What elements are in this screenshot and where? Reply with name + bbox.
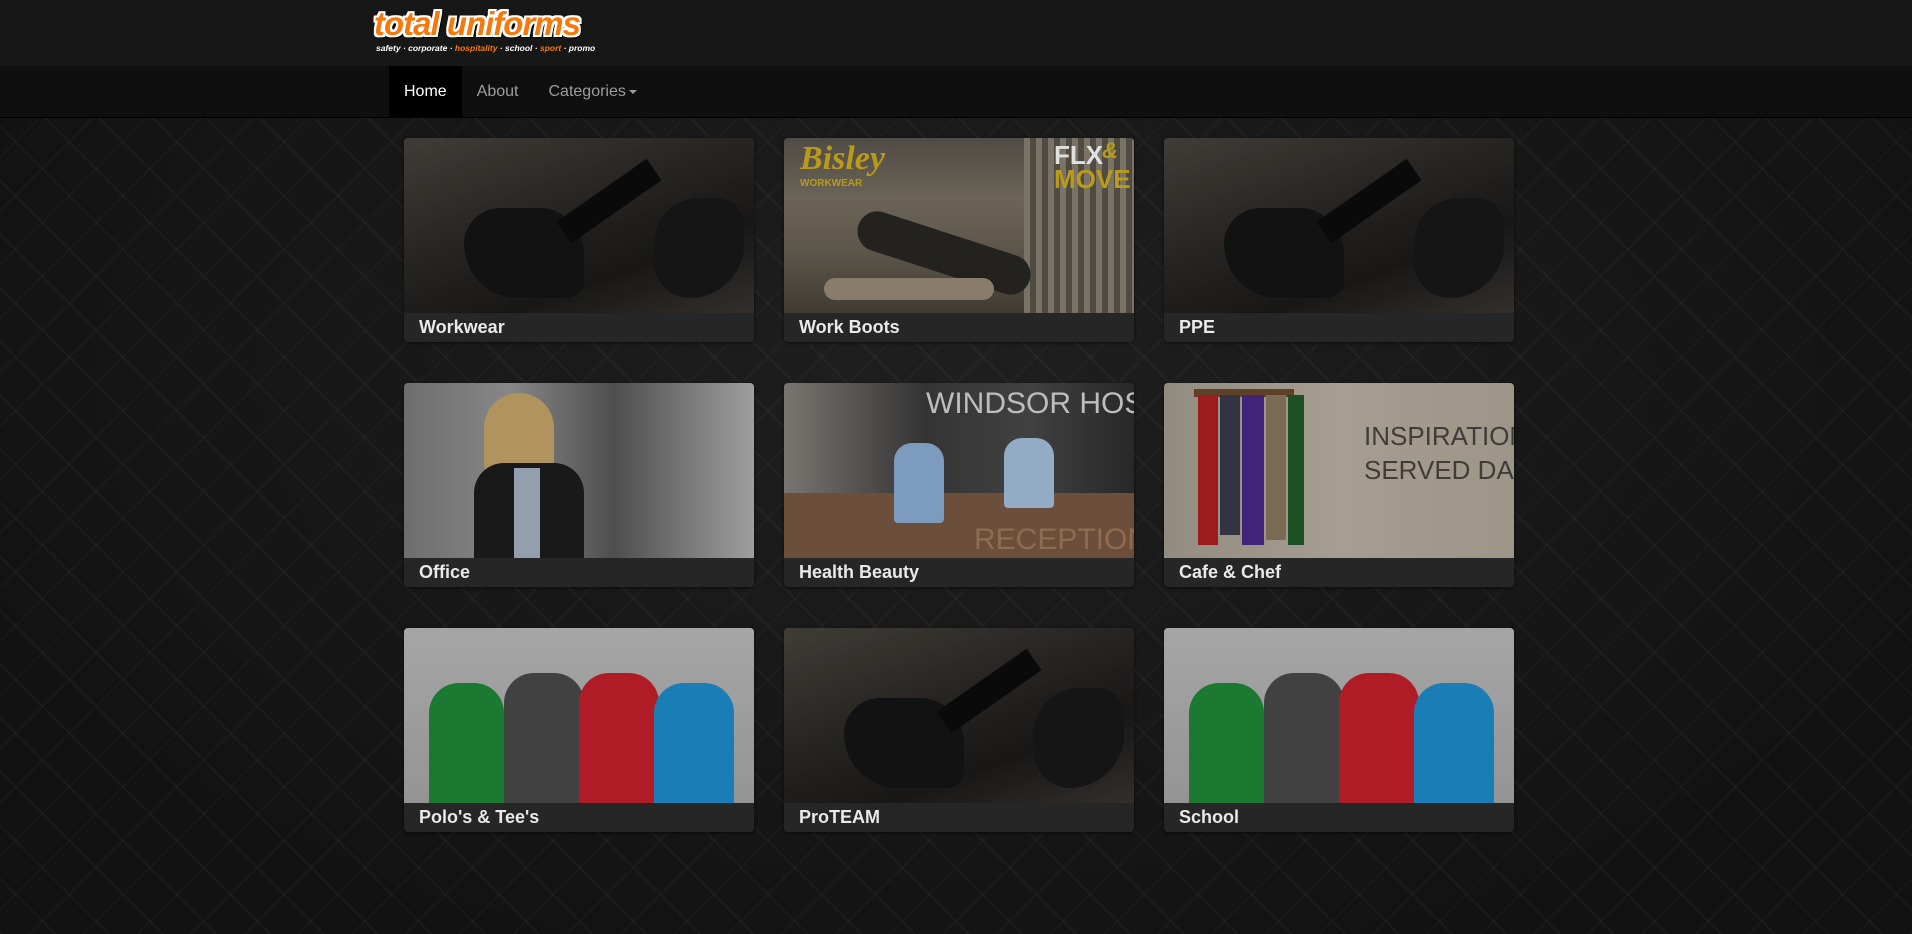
- category-label: Office: [404, 558, 754, 587]
- nav-home-link[interactable]: Home: [389, 66, 462, 118]
- proteam-image: [784, 628, 1134, 803]
- category-card-cafe-chef[interactable]: INSPIRATION SERVED DAILY Cafe & Chef: [1164, 383, 1514, 587]
- work-boots-image: Bisley WORKWEAR FLX & MOVE: [784, 138, 1134, 313]
- bisley-logo-text: Bisley: [800, 140, 885, 177]
- nav-menu: Home About Categories: [389, 66, 652, 118]
- move-text: MOVE: [1054, 164, 1131, 194]
- nav-about-link[interactable]: About: [462, 66, 534, 118]
- ppe-image: [1164, 138, 1514, 313]
- logo-text: total uniforms: [374, 5, 581, 42]
- category-card-proteam[interactable]: ProTEAM: [784, 628, 1134, 832]
- total-uniforms-logo[interactable]: total uniforms safety · corporate · hosp…: [374, 5, 596, 60]
- office-image: [404, 383, 754, 558]
- flx-text: FLX: [1054, 140, 1104, 170]
- category-card-work-boots[interactable]: Bisley WORKWEAR FLX & MOVE Work Boots: [784, 138, 1134, 342]
- category-label: Work Boots: [784, 313, 1134, 342]
- category-card-school[interactable]: School: [1164, 628, 1514, 832]
- health-beauty-image: WINDSOR HOSPITAL RECEPTION: [784, 383, 1134, 558]
- caret-down-icon: [628, 90, 637, 94]
- category-card-ppe[interactable]: PPE: [1164, 138, 1514, 342]
- school-image: [1164, 628, 1514, 803]
- category-label: ProTEAM: [784, 803, 1134, 832]
- top-navbar: Home About Categories: [0, 66, 1912, 118]
- header-banner: total uniforms safety · corporate · hosp…: [0, 0, 1912, 66]
- category-label: PPE: [1164, 313, 1514, 342]
- nav-categories-dropdown[interactable]: Categories: [534, 66, 652, 118]
- category-card-polos-tees[interactable]: Polo's & Tee's: [404, 628, 754, 832]
- ampersand-text: &: [1102, 138, 1118, 163]
- reception-sign: RECEPTION: [974, 523, 1134, 556]
- category-label: School: [1164, 803, 1514, 832]
- cafe-chef-image: INSPIRATION SERVED DAILY: [1164, 383, 1514, 558]
- inspiration-text: INSPIRATION: [1364, 421, 1514, 451]
- logo-tagline: safety · corporate · hospitality · schoo…: [376, 43, 596, 53]
- windsor-hospital-sign: WINDSOR HOSPITAL: [926, 387, 1134, 420]
- workwear-image: [404, 138, 754, 313]
- category-card-office[interactable]: Office: [404, 383, 754, 587]
- category-label: Workwear: [404, 313, 754, 342]
- category-label: Health Beauty: [784, 558, 1134, 587]
- category-card-health-beauty[interactable]: WINDSOR HOSPITAL RECEPTION Health Beauty: [784, 383, 1134, 587]
- polos-tees-image: [404, 628, 754, 803]
- workwear-logo-text: WORKWEAR: [800, 178, 863, 189]
- category-label: Polo's & Tee's: [404, 803, 754, 832]
- category-label: Cafe & Chef: [1164, 558, 1514, 587]
- served-daily-text: SERVED DAILY: [1364, 455, 1514, 485]
- category-card-workwear[interactable]: Workwear: [404, 138, 754, 342]
